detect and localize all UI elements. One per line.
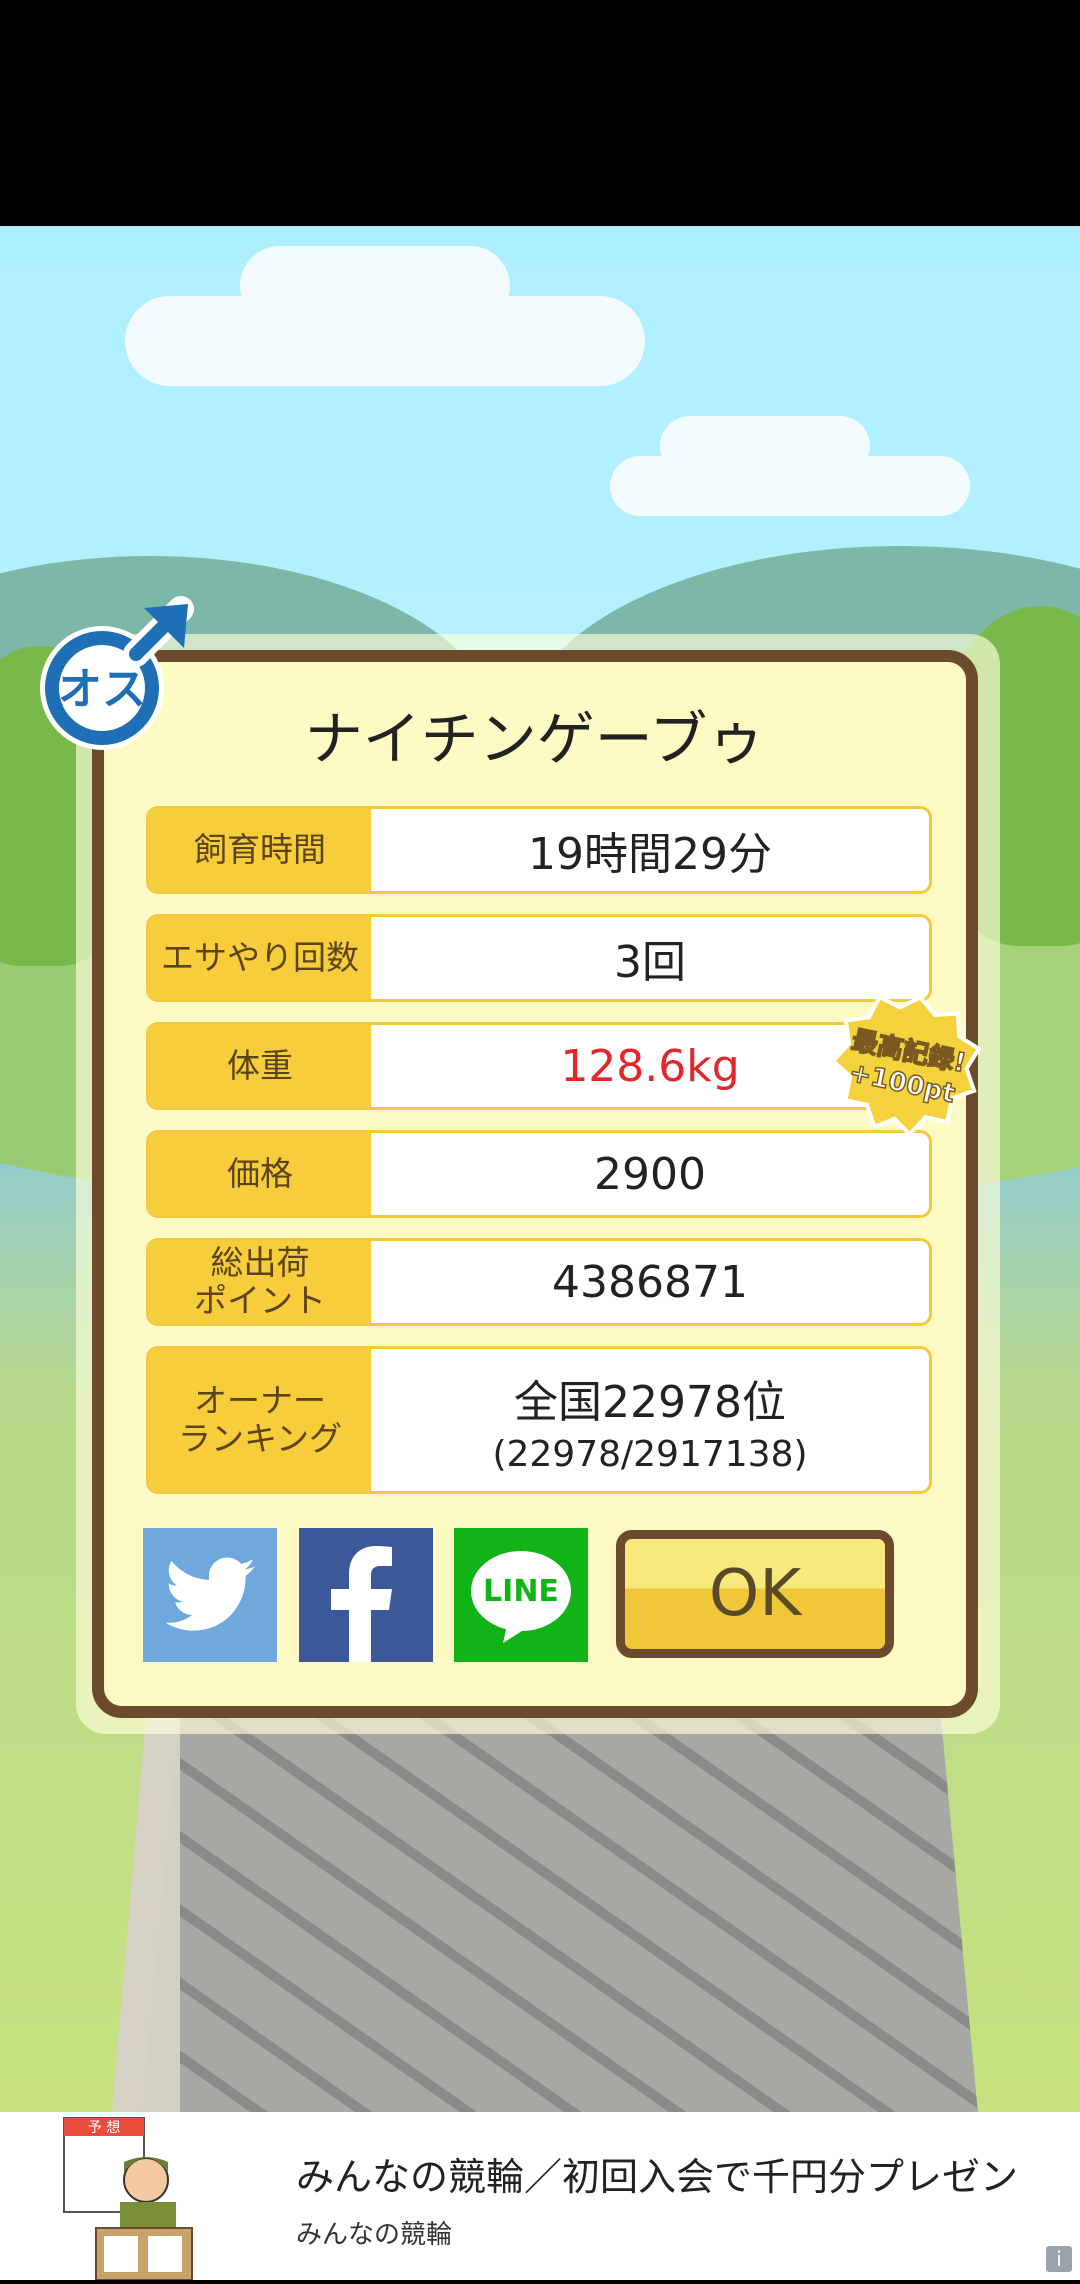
stat-value-group: 全国22978位 (22978/2917138)	[371, 1349, 929, 1491]
stat-label: エサやり回数	[149, 917, 371, 999]
ad-info-icon[interactable]: i	[1046, 2246, 1072, 2272]
stat-label: 体重	[149, 1025, 371, 1107]
twitter-bird-icon	[165, 1557, 255, 1631]
stat-value: 4386871	[552, 1256, 748, 1308]
line-logo-icon: LINE	[471, 1551, 571, 1643]
twitter-share-button[interactable]	[143, 1528, 277, 1662]
ad-subtitle[interactable]: みんなの競輪	[296, 2214, 452, 2251]
stat-value: 3回	[614, 937, 686, 988]
stat-row-weight: 体重 128.6kg	[146, 1022, 932, 1110]
cloud	[660, 416, 870, 476]
ranking-detail: (22978/2917138)	[492, 1433, 808, 1475]
stat-label: 飼育時間	[149, 809, 371, 891]
cloud	[240, 246, 510, 326]
facebook-share-button[interactable]	[299, 1528, 433, 1662]
line-logo-text: LINE	[483, 1574, 559, 1609]
stat-row-breeding-time: 飼育時間 19時間29分	[146, 806, 932, 894]
stat-row-total-points: 総出荷 ポイント 4386871	[146, 1238, 932, 1326]
ranking-value: 全国22978位	[514, 1376, 786, 1428]
stat-label: オーナー ランキング	[149, 1349, 371, 1491]
status-bar	[0, 0, 1080, 226]
stat-label: 価格	[149, 1133, 371, 1215]
line-share-button[interactable]: LINE	[454, 1528, 588, 1662]
stat-value: 19時間29分	[528, 829, 772, 880]
stat-row-owner-ranking: オーナー ランキング 全国22978位 (22978/2917138)	[146, 1346, 932, 1494]
pig-name-title: ナイチンゲーブゥ	[304, 705, 766, 773]
ad-title[interactable]: みんなの競輪／初回入会で千円分プレゼン	[296, 2146, 1018, 2201]
ok-button[interactable]: OK	[616, 1530, 894, 1658]
facebook-f-icon	[331, 1546, 392, 1662]
record-badge-icon: 最高記録! +100pt	[826, 990, 986, 1140]
stat-value: 2900	[594, 1148, 706, 1200]
ad-illustration-icon[interactable]: 予 想	[60, 2116, 200, 2281]
stat-row-feed-count: エサやり回数 3回	[146, 914, 932, 1002]
stat-label: 総出荷 ポイント	[149, 1241, 371, 1323]
ad-illustration-text: 予 想	[88, 2120, 120, 2136]
stat-row-price: 価格 2900	[146, 1130, 932, 1218]
